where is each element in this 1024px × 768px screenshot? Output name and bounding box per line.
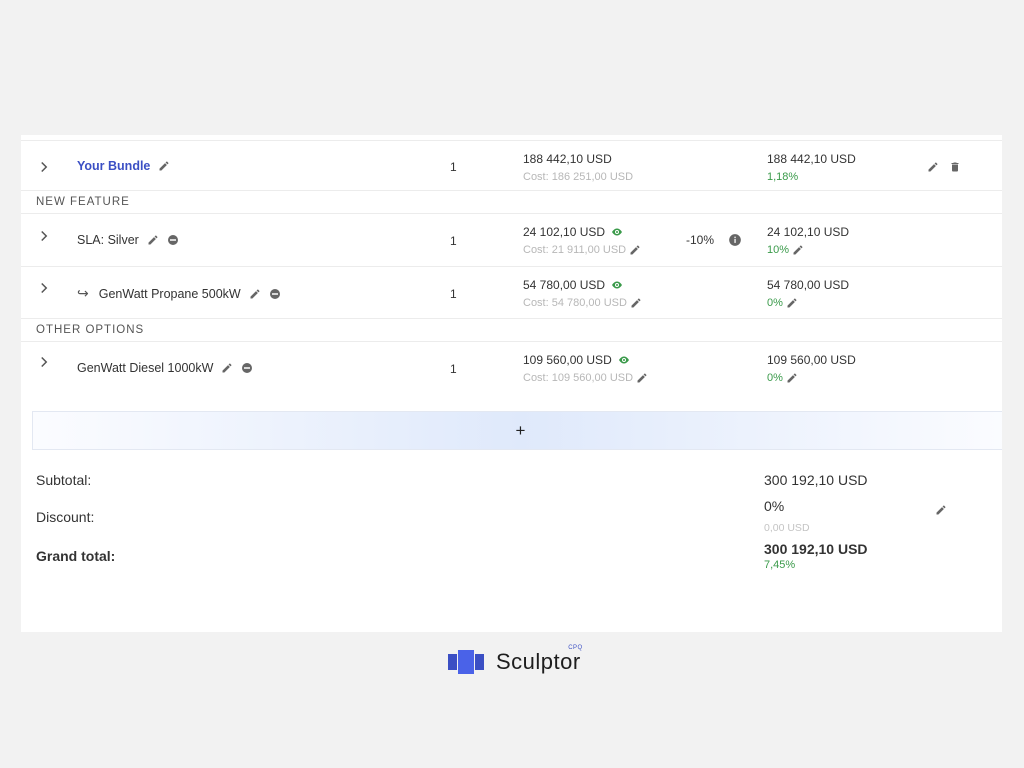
subtotal-value: 300 192,10 USD (764, 472, 868, 488)
price-cell: 188 442,10 USD Cost: 186 251,00 USD (523, 152, 633, 183)
remove-circle-icon[interactable] (269, 288, 281, 300)
table-row: Your Bundle 1 188 442,10 USD Cost: 186 2… (21, 140, 1002, 190)
quantity-value: 1 (450, 362, 457, 376)
total-value: 24 102,10 USD (767, 225, 850, 239)
price-cell: 54 780,00 USD Cost: 54 780,00 USD (523, 278, 642, 309)
grand-total-label: Grand total: (36, 548, 116, 564)
margin-value: 0% (767, 297, 783, 309)
cost-value: Cost: 21 911,00 USD (523, 244, 627, 256)
add-line-button[interactable]: + (32, 411, 1002, 450)
pencil-icon[interactable] (147, 234, 159, 246)
item-name-label: GenWatt Diesel 1000kW (77, 361, 214, 375)
price-cell: 24 102,10 USD Cost: 21 911,00 USD (523, 225, 641, 256)
discount-label: Discount: (36, 509, 95, 525)
cost-value: Cost: 54 780,00 USD (523, 297, 627, 309)
sculptor-logo-icon (448, 650, 488, 674)
pencil-icon[interactable] (636, 372, 648, 384)
price-value: 54 780,00 USD (523, 278, 606, 292)
chevron-right-icon[interactable] (35, 227, 53, 245)
section-header: NEW FEATURE (21, 190, 1002, 213)
total-cell: 188 442,10 USD 1,18% (767, 152, 856, 183)
section-label: NEW FEATURE (36, 196, 130, 208)
trash-icon[interactable] (949, 161, 961, 173)
grand-total-margin: 7,45% (764, 559, 796, 571)
pencil-icon[interactable] (629, 244, 641, 256)
price-value: 188 442,10 USD (523, 152, 612, 166)
total-value: 188 442,10 USD (767, 152, 856, 166)
discount-amount: 0,00 USD (764, 522, 810, 534)
price-value: 109 560,00 USD (523, 353, 612, 367)
total-value: 54 780,00 USD (767, 278, 850, 292)
discount-value: -10% (686, 233, 715, 247)
item-name[interactable]: SLA: Silver (77, 233, 179, 247)
eye-icon[interactable] (618, 354, 630, 366)
eye-icon[interactable] (611, 226, 623, 238)
brand-name: Sculptor CPQ (496, 645, 583, 674)
pencil-icon[interactable] (786, 297, 798, 309)
pencil-icon[interactable] (927, 161, 939, 173)
subtotal-label: Subtotal: (36, 472, 92, 488)
discount-cell: -10% (686, 233, 742, 247)
price-value: 24 102,10 USD (523, 225, 606, 239)
pencil-icon[interactable] (158, 160, 170, 172)
cost-value: Cost: 186 251,00 USD (523, 171, 634, 183)
remove-circle-icon[interactable] (241, 362, 253, 374)
chevron-right-icon[interactable] (35, 353, 53, 371)
total-cell: 109 560,00 USD 0% (767, 353, 856, 384)
pencil-icon[interactable] (630, 297, 642, 309)
total-cell: 54 780,00 USD 0% (767, 278, 849, 309)
item-name-label: Your Bundle (77, 159, 151, 173)
item-name-label: GenWatt Propane 500kW (98, 286, 241, 301)
pencil-icon[interactable] (249, 288, 261, 300)
quantity-value: 1 (450, 234, 457, 248)
quantity-value: 1 (450, 160, 457, 174)
total-cell: 24 102,10 USD 10% (767, 225, 849, 256)
quote-lines-panel: Your Bundle 1 188 442,10 USD Cost: 186 2… (21, 135, 1002, 632)
margin-value: 10% (767, 244, 790, 256)
chevron-right-icon[interactable] (35, 279, 53, 297)
table-row: ↪ GenWatt Propane 500kW 1 54 780,00 USD … (21, 266, 1002, 318)
discount-percent: 0% (764, 498, 785, 514)
eye-icon[interactable] (611, 279, 623, 291)
cost-value: Cost: 109 560,00 USD (523, 372, 634, 384)
item-name-label: SLA: Silver (77, 233, 139, 247)
item-name[interactable]: GenWatt Diesel 1000kW (77, 361, 253, 375)
remove-circle-icon[interactable] (167, 234, 179, 246)
info-icon[interactable] (728, 233, 742, 247)
price-cell: 109 560,00 USD Cost: 109 560,00 USD (523, 353, 648, 384)
item-name[interactable]: ↪ GenWatt Propane 500kW (77, 285, 281, 302)
row-actions (927, 161, 961, 173)
pencil-icon[interactable] (786, 372, 798, 384)
total-value: 109 560,00 USD (767, 353, 856, 367)
grand-total-value: 300 192,10 USD (764, 541, 868, 557)
pencil-icon[interactable] (792, 244, 804, 256)
brand-logo: Sculptor CPQ (448, 645, 583, 676)
quantity-value: 1 (450, 287, 457, 301)
section-header: OTHER OPTIONS (21, 318, 1002, 341)
margin-value: 0% (767, 372, 783, 384)
table-row: SLA: Silver 1 24 102,10 USD Cost: 21 911… (21, 213, 1002, 266)
pencil-icon[interactable] (221, 362, 233, 374)
sub-item-arrow-icon: ↪ (77, 285, 89, 301)
pencil-icon[interactable] (935, 504, 947, 516)
brand-suffix: CPQ (568, 645, 583, 651)
section-label: OTHER OPTIONS (36, 324, 145, 336)
table-row: GenWatt Diesel 1000kW 1 109 560,00 USD C… (21, 341, 1002, 397)
chevron-right-icon[interactable] (35, 158, 53, 176)
bundle-name[interactable]: Your Bundle (77, 159, 170, 173)
margin-value: 1,18% (767, 171, 799, 183)
